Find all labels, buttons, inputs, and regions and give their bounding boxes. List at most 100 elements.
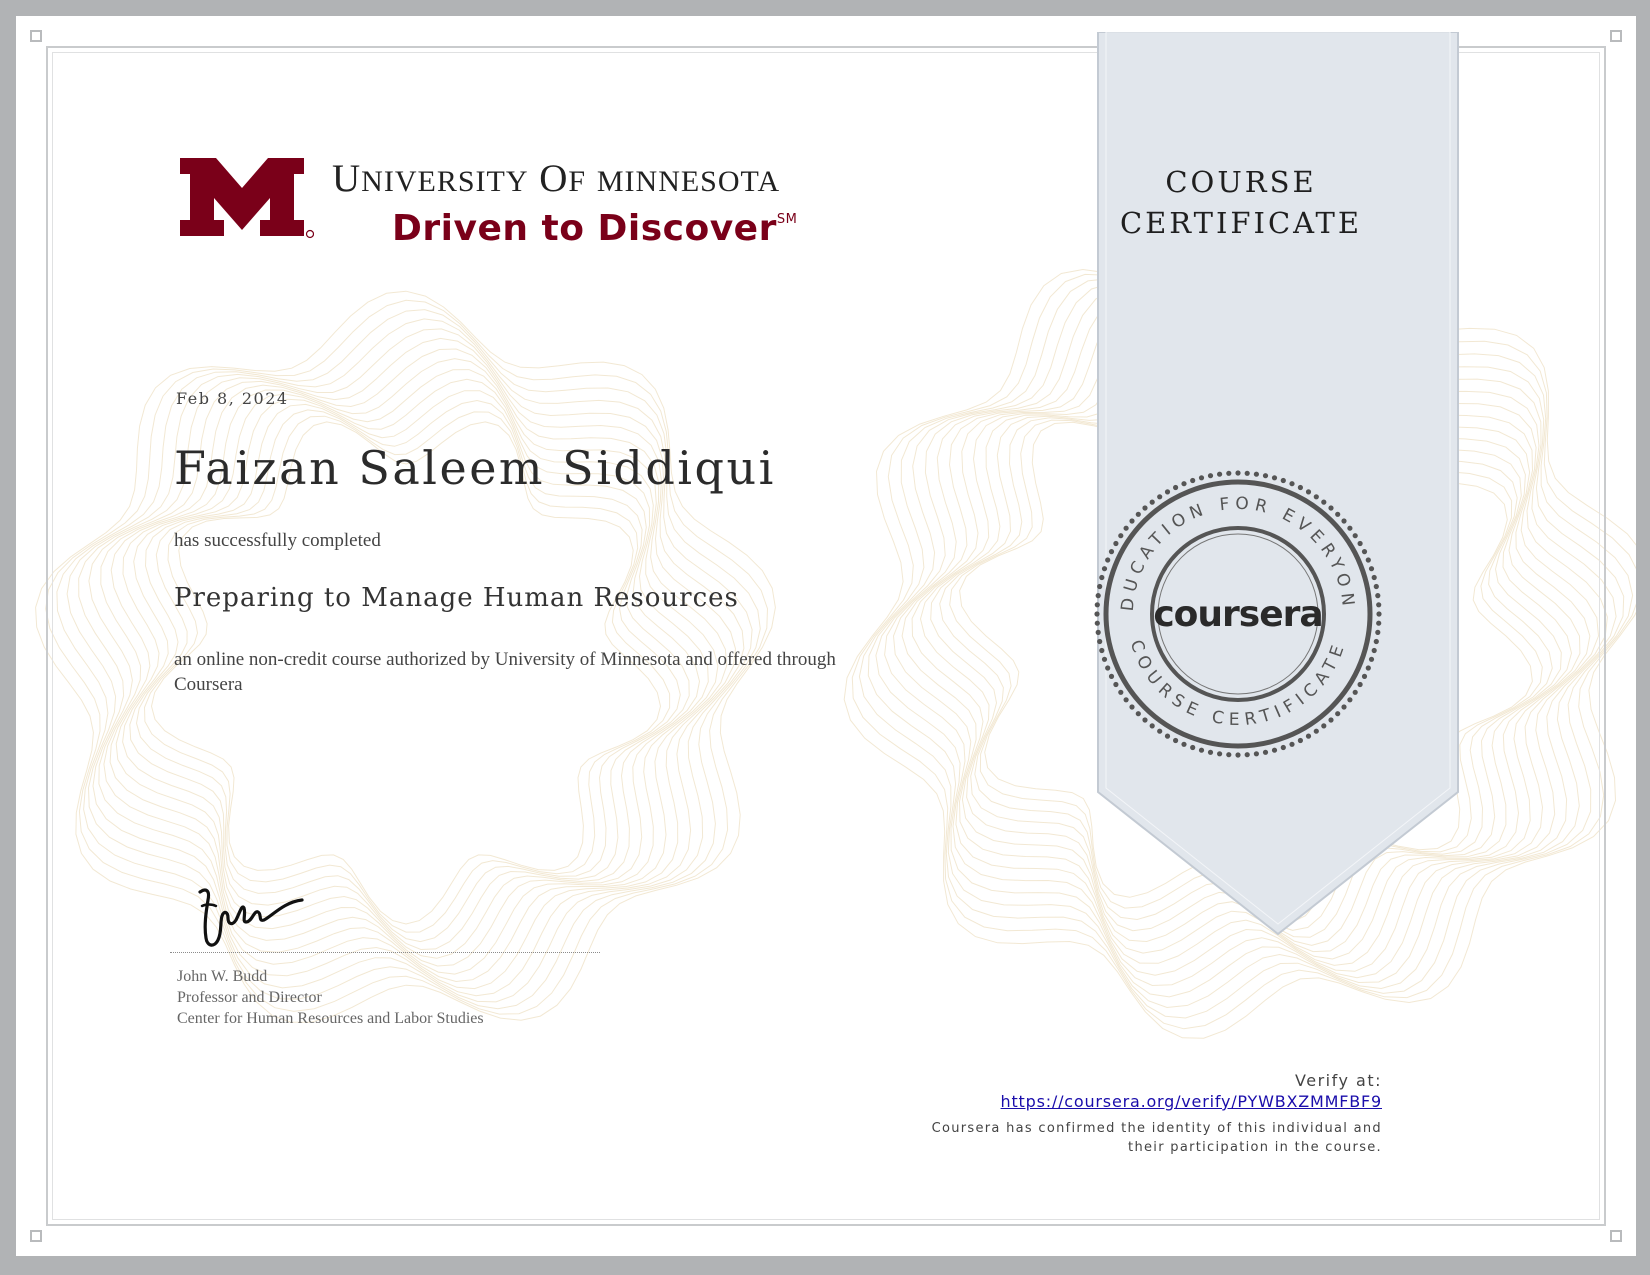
corner-ornament: [1610, 30, 1622, 42]
certificate-page: UNIVERSITY OF MINNESOTA Driven to Discov…: [16, 16, 1636, 1256]
seal-dot: [1244, 752, 1250, 758]
seal-dot: [1097, 583, 1103, 590]
seal-dot: [1375, 593, 1381, 599]
seal-dot: [1190, 744, 1196, 751]
verify-link[interactable]: https://coursera.org/verify/PYWBXZMMFBF9: [1001, 1092, 1382, 1111]
seal-top-text: EDUCATION FOR EVERYONE: [1092, 468, 1353, 612]
seal-dot: [1123, 697, 1129, 703]
seal-dot: [1095, 593, 1101, 599]
seal-dot: [1105, 557, 1111, 563]
seal-dot: [1118, 689, 1124, 695]
seal-dot: [1347, 525, 1353, 531]
seal-dot: [1321, 499, 1327, 505]
seal-dot: [1376, 620, 1382, 626]
seal-wordmark: coursera: [1153, 594, 1322, 635]
seal-dot: [1271, 475, 1278, 481]
seal-dot: [1108, 673, 1115, 679]
seal-dot: [1108, 549, 1115, 555]
seal-dot: [1361, 549, 1368, 555]
seal-dot: [1368, 656, 1375, 662]
seal-dot: [1226, 752, 1232, 758]
seal-dot: [1373, 638, 1379, 645]
seal-dot: [1280, 744, 1286, 751]
seal-dot: [1198, 475, 1205, 481]
svg-text:EDUCATION FOR EVERYONE: EDUCATION FOR EVERYONE: [1092, 468, 1358, 612]
seal-dot: [1313, 728, 1319, 734]
seal-dot: [1217, 751, 1223, 757]
university-tagline: Driven to DiscoverSM: [392, 208, 798, 249]
seal-dot: [1371, 574, 1377, 581]
seal-dot: [1099, 647, 1105, 654]
seal-dot: [1328, 717, 1334, 723]
signer-block: John W. Budd Professor and Director Cent…: [177, 966, 484, 1029]
seal-dot: [1305, 489, 1312, 495]
seal-dot: [1305, 733, 1312, 739]
signature: [198, 888, 304, 947]
seal-dot: [1095, 629, 1101, 635]
seal-dot: [1297, 484, 1303, 491]
seal-dot: [1347, 697, 1353, 703]
seal-dot: [1235, 470, 1241, 476]
seal-dot: [1164, 733, 1171, 739]
seal-dot: [1113, 681, 1119, 688]
seal-dot: [1164, 489, 1171, 495]
corner-ornament: [1610, 1230, 1622, 1242]
course-name: Preparing to Manage Human Resources: [174, 583, 739, 613]
seal-dot: [1173, 484, 1179, 491]
signer-name: John W. Budd: [177, 968, 268, 985]
seal-dot: [1335, 711, 1341, 717]
university-m-logo: [180, 158, 314, 239]
corner-ornament: [30, 30, 42, 42]
university-name: UNIVERSITY OF MINNESOTA: [332, 157, 781, 200]
seal-dot: [1371, 647, 1377, 654]
seal-dot: [1352, 533, 1358, 539]
verify-label: Verify at:: [1295, 1071, 1382, 1090]
corner-ornament: [30, 1230, 42, 1242]
learner-name: Faizan Saleem Siddiqui: [174, 441, 776, 495]
seal-dot: [1253, 751, 1259, 757]
seal-dot: [1262, 473, 1269, 479]
seal-dot: [1173, 737, 1179, 744]
seal-dot: [1341, 518, 1347, 524]
seal-dot: [1142, 505, 1148, 511]
seal-dot: [1341, 704, 1347, 710]
seal-dot: [1373, 583, 1379, 590]
seal-dot: [1375, 629, 1381, 635]
seal-dot: [1123, 525, 1129, 531]
completion-date: Feb 8, 2024: [176, 389, 289, 408]
seal-dot: [1297, 737, 1303, 744]
seal-dot: [1135, 511, 1141, 517]
seal-dot: [1376, 602, 1382, 608]
seal-dot: [1365, 557, 1371, 563]
seal-dot: [1149, 499, 1155, 505]
seal-dot: [1244, 470, 1250, 476]
seal-dot: [1094, 611, 1100, 617]
seal-dot: [1198, 747, 1205, 753]
seal-dot: [1149, 723, 1155, 729]
seal-dot: [1289, 481, 1295, 487]
seal-dot: [1142, 717, 1148, 723]
seal-dot: [1365, 665, 1371, 671]
course-description: an online non-credit course authorized b…: [174, 649, 836, 695]
seal-dot: [1280, 477, 1286, 484]
seal-dot: [1094, 620, 1100, 626]
signature-line: [170, 952, 600, 953]
seal-dot: [1101, 566, 1108, 572]
signer-title: Professor and Director: [177, 989, 322, 1006]
seal-dot: [1097, 638, 1103, 645]
seal-dot: [1190, 477, 1196, 484]
completed-text: has successfully completed: [174, 530, 381, 551]
seal-dot: [1157, 494, 1163, 500]
seal-dot: [1253, 471, 1259, 477]
seal-dot: [1262, 749, 1269, 755]
seal-dot: [1357, 681, 1363, 688]
identity-confirmation: Coursera has confirmed the identity of t…: [931, 1121, 1382, 1155]
seal-dot: [1135, 711, 1141, 717]
signer-department: Center for Human Resources and Labor Stu…: [177, 1010, 484, 1027]
seal-dot: [1313, 494, 1319, 500]
seal-dot: [1376, 611, 1382, 617]
seal-dot: [1352, 689, 1358, 695]
seal-dot: [1335, 511, 1341, 517]
seal-dot: [1328, 505, 1334, 511]
seal-dot: [1368, 566, 1375, 572]
